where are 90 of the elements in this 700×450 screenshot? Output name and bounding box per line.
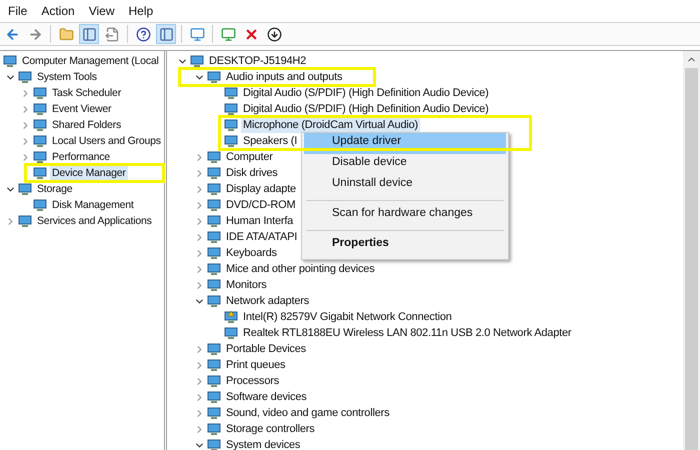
device-icon: [207, 70, 221, 84]
menu-item[interactable]: View: [88, 2, 114, 20]
device-icon: [207, 246, 221, 260]
tree-item[interactable]: DVD/CD-ROM: [224, 197, 298, 213]
device-icon: [224, 86, 238, 100]
menu-item[interactable]: Uninstall device: [304, 175, 506, 196]
device-icon: [207, 182, 221, 196]
folder-icon: [58, 26, 74, 42]
pane-icon: [82, 26, 96, 42]
tree-item[interactable]: Disk drives: [224, 165, 280, 181]
device-icon: [220, 26, 236, 42]
tree-item[interactable]: Print queues: [224, 357, 288, 373]
device-icon: [207, 150, 221, 164]
tree-item[interactable]: Computer Management (Local: [20, 53, 161, 69]
tree-item[interactable]: Shared Folders: [50, 117, 123, 133]
tree-item[interactable]: Monitors: [224, 277, 269, 293]
device-icon: [3, 54, 17, 68]
device-icon: [18, 182, 32, 196]
scrollbar-thumb[interactable]: [685, 68, 698, 450]
device-icon: [207, 230, 221, 244]
device-icon: [207, 278, 221, 292]
tree-item[interactable]: Keyboards: [224, 245, 279, 261]
tree-item[interactable]: Processors: [224, 373, 282, 389]
device-icon: [207, 262, 221, 276]
device-icon: [207, 438, 221, 450]
tree-item[interactable]: IDE ATA/ATAPI: [224, 229, 300, 245]
tree-item[interactable]: Task Scheduler: [50, 85, 123, 101]
device-icon: [33, 198, 47, 212]
device-icon: [18, 70, 32, 84]
tree-item[interactable]: Human Interfa: [224, 213, 296, 229]
menu-item[interactable]: Scan for hardware changes: [304, 205, 506, 226]
tree-item[interactable]: Realtek RTL8188EU Wireless LAN 802.11n USB 2.0 Network Adapter: [241, 325, 574, 341]
device-icon: [33, 102, 47, 116]
device-icon: [33, 150, 47, 164]
back-icon: [4, 26, 20, 42]
device-icon: [33, 166, 47, 180]
menu-item[interactable]: File: [8, 2, 28, 20]
tree-item[interactable]: Services and Applications: [35, 213, 154, 229]
device-icon: [207, 422, 221, 436]
tree-item[interactable]: Intel(R) 82579V Gigabit Network Connection: [241, 309, 454, 325]
tree-item[interactable]: Speakers (I: [241, 133, 300, 149]
tree-item[interactable]: Audio inputs and outputs: [224, 69, 344, 85]
tree-item[interactable]: Software devices: [224, 389, 309, 405]
tree-item[interactable]: Mice and other pointing devices: [224, 261, 377, 277]
device-icon: [207, 374, 221, 388]
pane-icon: [158, 26, 174, 42]
device-icon: [33, 134, 47, 148]
device-icon: [207, 198, 221, 212]
device-icon: [224, 118, 238, 132]
tree-item[interactable]: Computer: [224, 149, 275, 165]
tree-item[interactable]: Storage controllers: [224, 421, 317, 437]
remove-icon: [244, 26, 258, 42]
menu-item[interactable]: Disable device: [304, 154, 506, 175]
device-icon: [224, 102, 238, 116]
tree-item[interactable]: Disk Management: [50, 197, 136, 213]
tree-item[interactable]: System Tools: [35, 69, 99, 85]
tree-item[interactable]: Digital Audio (S/PDIF) (High Definition Audio Device): [241, 101, 491, 117]
device-icon: [207, 294, 221, 308]
tree-item[interactable]: Sound, video and game controllers: [224, 405, 392, 421]
tree-item[interactable]: Portable Devices: [224, 341, 308, 357]
tree-item[interactable]: Display adapte: [224, 181, 298, 197]
device-icon: [207, 166, 221, 180]
tree-item[interactable]: Local Users and Groups: [50, 133, 163, 149]
tree-item[interactable]: Digital Audio (S/PDIF) (High Definition Audio Device): [241, 85, 491, 101]
device-icon: [33, 86, 47, 100]
device-icon: [207, 342, 221, 356]
update-icon: [266, 26, 282, 42]
device-icon: [207, 406, 221, 420]
tree-item[interactable]: Network adapters: [224, 293, 312, 309]
export-icon: [104, 26, 120, 42]
device-icon: [224, 134, 238, 148]
tree-item[interactable]: System devices: [224, 437, 302, 450]
device-icon: [207, 214, 221, 228]
tree-item[interactable]: Performance: [50, 149, 112, 165]
scrollbar[interactable]: [683, 51, 700, 450]
menu-item[interactable]: Help: [128, 2, 154, 20]
menu-item[interactable]: Properties: [304, 235, 506, 256]
device-icon: [207, 358, 221, 372]
tree-item[interactable]: Storage: [35, 181, 74, 197]
tree-item[interactable]: Microphone (DroidCam Virtual Audio): [241, 117, 420, 133]
device-icon: [18, 214, 32, 228]
tree-item[interactable]: Event Viewer: [50, 101, 114, 117]
help-icon: [136, 26, 150, 42]
device-icon: [190, 54, 204, 68]
tree-item[interactable]: DESKTOP-J5194H2: [207, 53, 308, 69]
menu-item[interactable]: Action: [41, 2, 75, 20]
forward-icon: [28, 26, 42, 42]
monitor-icon: [190, 26, 204, 42]
device-icon: [33, 118, 47, 132]
device-icon: [207, 390, 221, 404]
